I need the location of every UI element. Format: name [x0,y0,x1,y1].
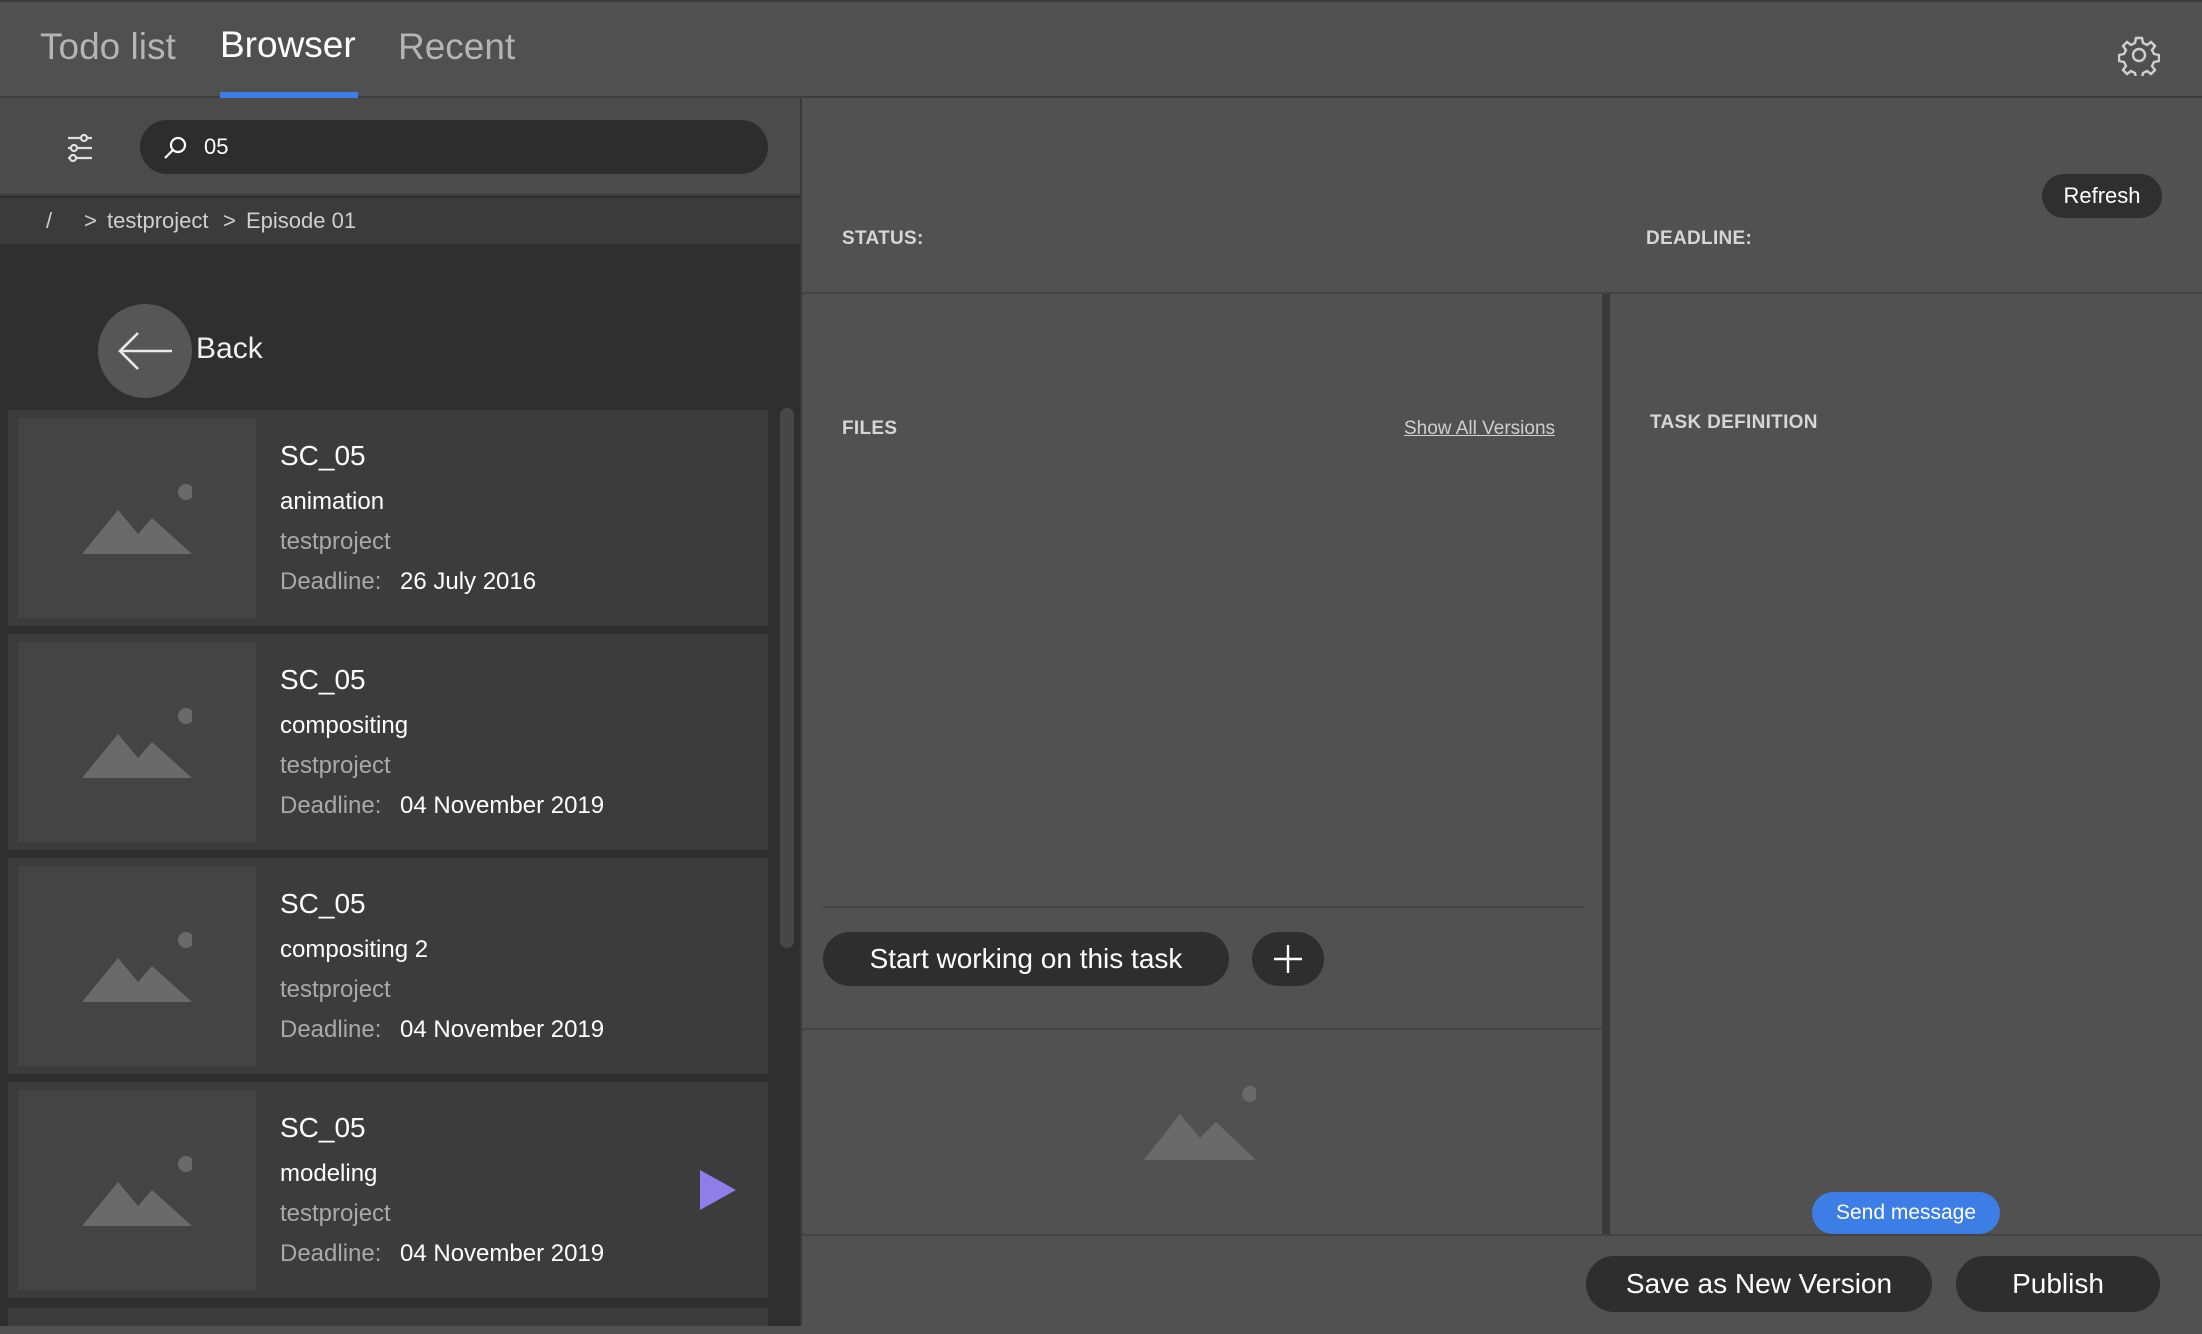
app-window: Todo list Browser Recent 05 / > testproj… [0,0,2202,1326]
breadcrumb-separator: > [223,208,236,233]
image-placeholder-icon [82,708,192,778]
plus-icon [1274,945,1302,973]
task-card[interactable]: SC_05 animation testproject Deadline: 26… [8,410,768,626]
sliders-icon[interactable] [60,128,100,168]
breadcrumb-episode[interactable]: Episode 01 [246,208,356,234]
breadcrumb-project[interactable]: testproject [107,208,209,234]
image-placeholder-icon [1144,1086,1256,1160]
deadline-value: 04 November 2019 [400,1016,605,1043]
task-info-header: Refresh STATUS: DEADLINE: [802,98,2202,294]
list-scrollbar[interactable] [780,408,794,948]
refresh-button[interactable]: Refresh [2042,174,2162,218]
task-name: compositing [280,712,409,739]
send-message-button[interactable]: Send message [1812,1192,2000,1234]
tab-todo-list[interactable]: Todo list [40,26,176,68]
breadcrumb: / > testproject > Episode 01 [0,198,800,244]
task-shot-name: SC_05 [280,888,366,919]
breadcrumb-separator: > [84,208,97,233]
image-placeholder-icon [82,484,192,554]
files-section: FILES Show All Versions Start working on… [802,294,1602,1334]
thumbnail-placeholder [18,418,256,618]
task-shot-name: SC_05 [280,1112,366,1143]
task-card[interactable]: SC_05 compositing testproject Deadline: … [8,634,768,850]
task-detail-panel: Refresh STATUS: DEADLINE: FILES Show All… [800,98,2202,1326]
task-definition-label: TASK DEFINITION [1650,412,1818,433]
files-label: FILES [842,418,898,439]
task-project: testproject [280,528,391,555]
search-row [0,98,800,196]
image-placeholder-icon [82,932,192,1002]
splitter-handle[interactable] [1602,294,1610,1234]
thumbnail-placeholder [18,866,256,1066]
start-task-button[interactable]: Start working on this task [823,932,1229,986]
task-card[interactable]: SC_05 modeling testproject Deadline: 04 … [8,1082,768,1298]
task-name: compositing 2 [280,936,429,963]
deadline-value: 04 November 2019 [400,792,605,819]
deadline-label: Deadline: [280,568,382,595]
tab-browser[interactable]: Browser [220,24,356,66]
back-label[interactable]: Back [196,332,263,366]
task-definition-section: TASK DEFINITION [1610,294,2202,1234]
task-name: modeling [280,1160,378,1187]
play-icon[interactable] [696,1168,740,1212]
gear-icon[interactable] [2118,34,2160,76]
thumbnail-placeholder [18,642,256,842]
save-new-version-button[interactable]: Save as New Version [1586,1256,1932,1312]
action-bar: Save as New Version Publish [802,1234,2202,1326]
image-placeholder-icon [82,1156,192,1226]
task-project: testproject [280,1200,391,1227]
tab-recent[interactable]: Recent [398,26,515,68]
deadline-label: Deadline: [280,1240,382,1267]
arrow-left-icon [118,332,172,370]
browser-panel: / > testproject > Episode 01 Back [0,98,800,1326]
publish-button[interactable]: Publish [1956,1256,2160,1312]
search-box [140,120,768,174]
task-card[interactable]: SC_05 compositing 2 testproject Deadline… [8,858,768,1074]
top-tab-bar: Todo list Browser Recent [0,0,2202,98]
deadline-label: DEADLINE: [1646,228,1753,249]
task-name: animation [280,488,385,515]
task-project: testproject [280,976,391,1003]
task-project: testproject [280,752,391,779]
thumbnail-placeholder [18,1090,256,1290]
add-file-button[interactable] [1252,932,1324,986]
breadcrumb-root[interactable]: / [46,208,52,234]
deadline-label: Deadline: [280,792,382,819]
task-shot-name: SC_05 [280,440,366,471]
back-button[interactable] [98,304,192,398]
task-shot-name: SC_05 [280,664,366,695]
deadline-label: Deadline: [280,1016,382,1043]
search-icon [164,136,187,159]
status-label: STATUS: [842,228,924,249]
deadline-value: 26 July 2016 [400,568,537,595]
show-all-versions-link[interactable]: Show All Versions [1404,418,1555,440]
deadline-value: 04 November 2019 [400,1240,605,1267]
search-input[interactable] [204,129,744,165]
divider [822,906,1584,908]
task-card[interactable] [8,1308,768,1326]
divider [802,1028,1602,1030]
